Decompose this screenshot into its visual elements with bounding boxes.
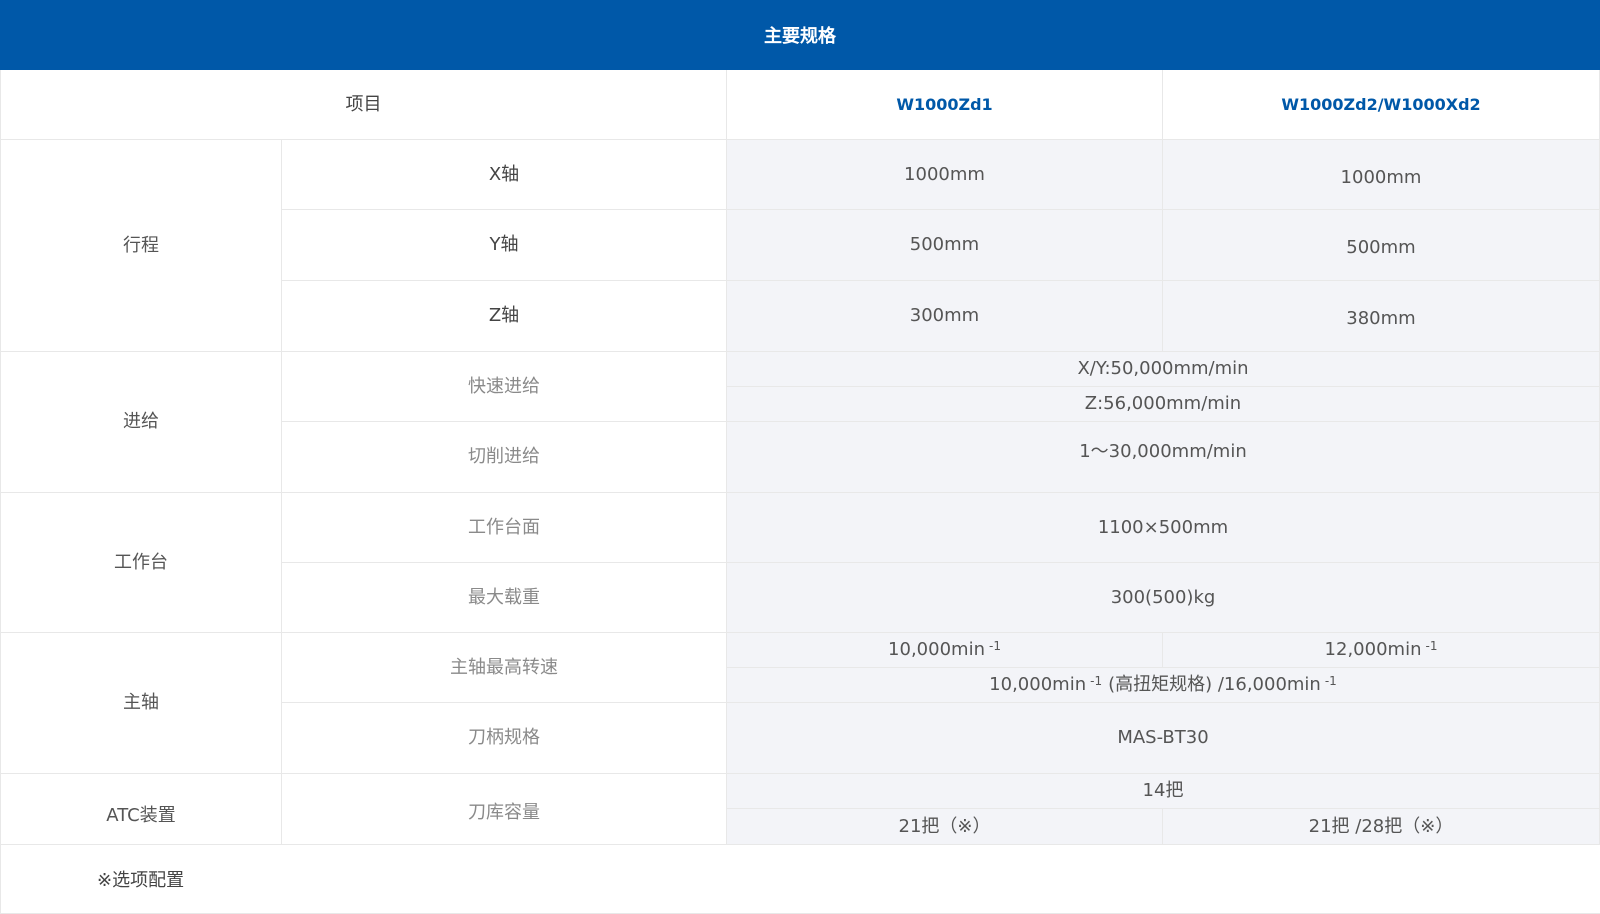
value-spindle-speed-shared: 10,000min -1 (高扭矩规格) /16,000min -1	[727, 668, 1600, 703]
value-z-m2: 380mm	[1163, 281, 1600, 352]
item-cutting-feed-label: 切削进给	[468, 446, 540, 468]
value-magazine-capacity-m1: 21把（※）	[727, 809, 1163, 845]
value-max-load: 300(500)kg	[727, 563, 1600, 633]
item-cutting-feed: 切削进给	[282, 422, 727, 493]
category-feed-label: 进给	[123, 411, 159, 433]
value-magazine-capacity-shared-text: 14把	[1142, 780, 1184, 802]
value-max-load-text: 300(500)kg	[1110, 586, 1216, 608]
item-spindle-speed: 主轴最高转速	[282, 633, 727, 703]
value-y-m2: 500mm	[1163, 210, 1600, 281]
value-x-m2: 1000mm	[1163, 140, 1600, 210]
value-spindle-speed-m2: 12,000min -1	[1163, 633, 1600, 668]
item-rapid-feed: 快速进给	[282, 352, 727, 422]
value-spindle-speed-shared-b: (高扭矩规格) /16,000min	[1108, 674, 1321, 696]
category-stroke-label: 行程	[123, 234, 159, 256]
value-rapid-feed-z-text: Z:56,000mm/min	[1084, 393, 1242, 415]
footnote: ※选项配置	[0, 845, 1600, 914]
header-model1-label: W1000Zd1	[896, 94, 993, 114]
category-atc: ATC装置	[0, 774, 282, 845]
header-item: 项目	[0, 70, 727, 140]
table-title: 主要规格	[0, 0, 1600, 70]
value-spindle-speed-shared-a: 10,000min	[989, 674, 1087, 696]
value-spindle-speed-m2-text: 12,000min	[1324, 639, 1422, 661]
value-z-m1-text: 300mm	[909, 305, 980, 327]
item-x-axis-label: X轴	[488, 163, 520, 185]
spec-table-page: 主要规格 项目 W1000Zd1 W1000Zd2/W1000Xd2 行程 X轴…	[0, 0, 1600, 914]
value-y-m2-text: 500mm	[1346, 237, 1416, 259]
item-z-axis: Z轴	[282, 281, 727, 352]
value-y-m1-text: 500mm	[909, 234, 980, 256]
value-cutting-feed-text: 1～30,000mm/min	[1079, 441, 1247, 463]
category-atc-label: ATC装置	[106, 805, 176, 827]
item-y-axis-label: Y轴	[489, 234, 519, 256]
value-tool-holder: MAS-BT30	[727, 703, 1600, 774]
item-magazine-capacity: 刀库容量	[282, 774, 727, 845]
value-spindle-speed-m1-text: 10,000min	[888, 639, 985, 661]
value-magazine-capacity-shared: 14把	[727, 774, 1600, 809]
value-rapid-feed-z: Z:56,000mm/min	[727, 387, 1600, 422]
value-x-m1-text: 1000mm	[904, 163, 985, 185]
footnote-text: ※选项配置	[97, 870, 185, 891]
category-table: 工作台	[0, 493, 282, 633]
item-tool-holder: 刀柄规格	[282, 703, 727, 774]
superscript-minus-one: -1	[1324, 673, 1337, 688]
item-y-axis: Y轴	[282, 210, 727, 281]
header-model2: W1000Zd2/W1000Xd2	[1163, 70, 1600, 140]
value-z-m1: 300mm	[727, 281, 1163, 352]
value-x-m2-text: 1000mm	[1340, 166, 1422, 188]
value-tool-holder-text: MAS-BT30	[1117, 727, 1209, 749]
value-magazine-capacity-m2-text: 21把 /28把（※）	[1308, 815, 1454, 837]
superscript-minus-one: -1	[988, 638, 1001, 653]
value-x-m1: 1000mm	[727, 140, 1163, 210]
value-rapid-feed-xy: X/Y:50,000mm/min	[727, 352, 1600, 387]
superscript-minus-one: -1	[1090, 673, 1103, 688]
item-max-load: 最大载重	[282, 563, 727, 633]
category-spindle: 主轴	[0, 633, 282, 774]
category-feed: 进给	[0, 352, 282, 493]
item-rapid-feed-label: 快速进给	[468, 375, 540, 397]
value-spindle-speed-m1: 10,000min -1	[727, 633, 1163, 668]
item-table-surface: 工作台面	[282, 493, 727, 563]
value-table-surface-text: 1100×500mm	[1097, 516, 1229, 538]
item-table-surface-label: 工作台面	[468, 516, 540, 538]
header-item-label: 项目	[345, 93, 382, 115]
value-magazine-capacity-m2: 21把 /28把（※）	[1163, 809, 1600, 845]
value-cutting-feed: 1～30,000mm/min	[727, 422, 1600, 493]
value-table-surface: 1100×500mm	[727, 493, 1600, 563]
item-max-load-label: 最大载重	[468, 586, 540, 608]
item-x-axis: X轴	[282, 140, 727, 210]
category-table-label: 工作台	[114, 551, 168, 573]
category-stroke: 行程	[0, 140, 282, 352]
item-spindle-speed-label: 主轴最高转速	[450, 656, 558, 678]
value-magazine-capacity-m1-text: 21把（※）	[898, 815, 991, 837]
item-magazine-capacity-label: 刀库容量	[468, 802, 540, 824]
superscript-minus-one: -1	[1425, 638, 1438, 653]
header-model2-label: W1000Zd2/W1000Xd2	[1281, 94, 1481, 114]
value-y-m1: 500mm	[727, 210, 1163, 281]
item-z-axis-label: Z轴	[488, 305, 520, 327]
value-z-m2-text: 380mm	[1346, 308, 1416, 330]
header-model1: W1000Zd1	[727, 70, 1163, 140]
value-rapid-feed-xy-text: X/Y:50,000mm/min	[1077, 358, 1249, 380]
category-spindle-label: 主轴	[123, 692, 159, 714]
item-tool-holder-label: 刀柄规格	[468, 727, 540, 749]
